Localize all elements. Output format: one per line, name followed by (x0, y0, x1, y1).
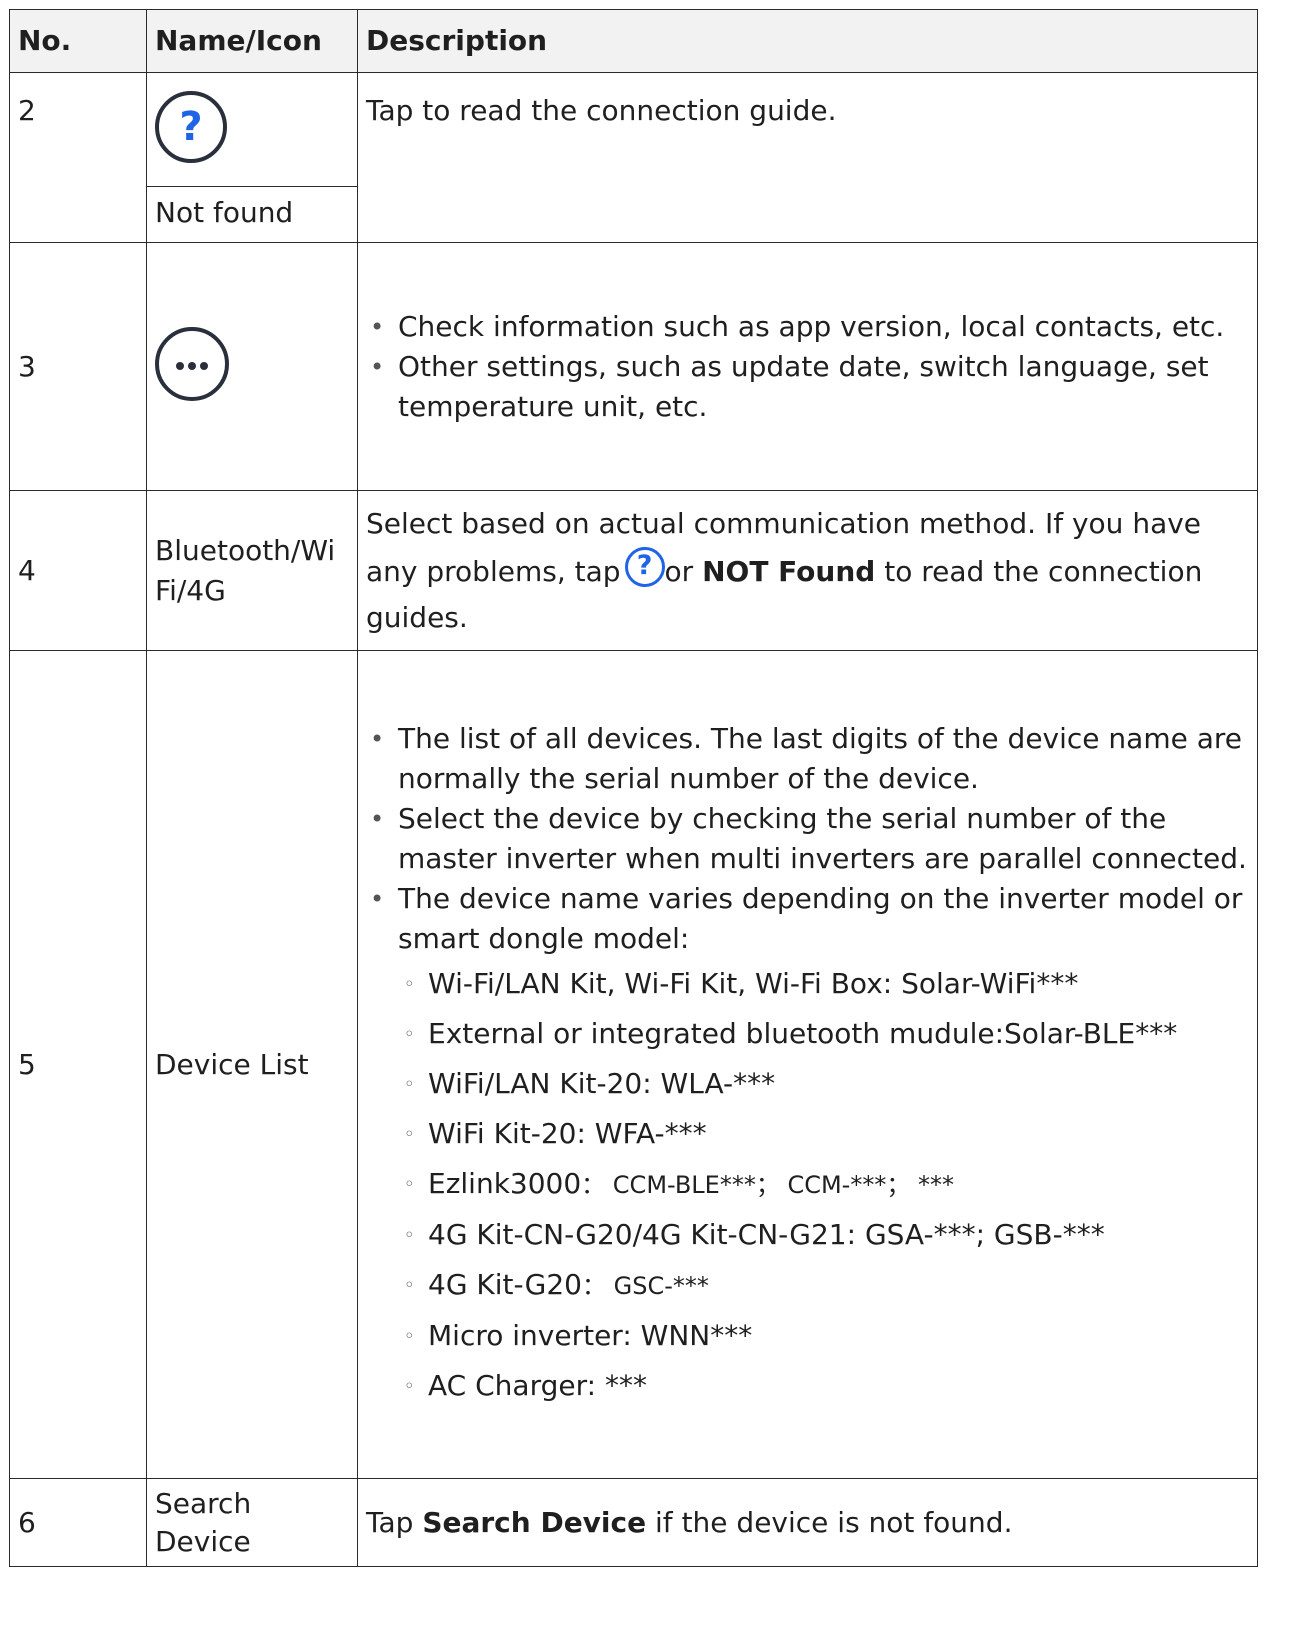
row-description: Tap to read the connection guide. (357, 72, 1258, 243)
row-name: Bluetooth/Wi Fi/4G (146, 490, 358, 651)
row-description: The list of all devices. The last digits… (357, 650, 1258, 1479)
sub-list-item: 4G Kit-G20： GSC-*** (398, 1260, 1249, 1311)
row-name: Search Device (146, 1478, 358, 1567)
table-row: 4 Bluetooth/Wi Fi/4G Select based on act… (9, 490, 1258, 651)
row-icon-cell: ? (146, 72, 358, 187)
sub-list-item: External or integrated bluetooth mudule:… (398, 1009, 1249, 1060)
header-no: No. (9, 9, 147, 73)
table-row: 5 Device List The list of all devices. T… (9, 650, 1258, 1479)
list-item: The device name varies depending on the … (366, 879, 1249, 1412)
header-name: Name/Icon (146, 9, 358, 73)
sub-list-item: WiFi Kit-20: WFA-*** (398, 1109, 1249, 1160)
row-description: Tap Search Device if the device is not f… (357, 1478, 1258, 1567)
sub-list-item: WiFi/LAN Kit-20: WLA-*** (398, 1059, 1249, 1110)
table-row: 2 ? Tap to read the connection guide. (9, 72, 1258, 243)
sub-list-item: AC Charger: *** (398, 1361, 1249, 1412)
description-table: No. Name/Icon Description 2 ? Tap to rea… (9, 9, 1258, 1567)
row-icon-cell (146, 242, 358, 491)
list-item: Check information such as app version, l… (366, 307, 1249, 347)
table-header: No. Name/Icon Description (9, 9, 1258, 73)
list-item: Select the device by checking the serial… (366, 799, 1249, 879)
row-description: Check information such as app version, l… (357, 242, 1258, 491)
row-no: 3 (9, 242, 147, 491)
row-no: 6 (9, 1478, 147, 1567)
row-no: 5 (9, 650, 147, 1479)
row-no: 4 (9, 490, 147, 651)
list-item: The list of all devices. The last digits… (366, 719, 1249, 799)
sub-list-item: Ezlink3000： CCM-BLE***； CCM-***； *** (398, 1159, 1249, 1210)
help-icon: ? (155, 91, 227, 163)
help-icon: ? (624, 546, 665, 587)
header-description: Description (357, 9, 1258, 73)
sub-list-item: 4G Kit-CN-G20/4G Kit-CN-G21: GSA-***; GS… (398, 1210, 1249, 1261)
row-name: Device List (146, 650, 358, 1479)
more-icon (155, 327, 229, 401)
table-row: 6 Search Device Tap Search Device if the… (9, 1478, 1258, 1567)
row-name: Not found (146, 186, 358, 243)
sub-list-item: Wi-Fi/LAN Kit, Wi-Fi Kit, Wi-Fi Box: Sol… (398, 959, 1249, 1010)
table-row: 3 Check information such as app version,… (9, 242, 1258, 491)
row-no: 2 (9, 72, 147, 243)
row-description: Select based on actual communication met… (357, 490, 1258, 651)
list-item: Other settings, such as update date, swi… (366, 347, 1249, 427)
sub-list-item: Micro inverter: WNN*** (398, 1311, 1249, 1362)
